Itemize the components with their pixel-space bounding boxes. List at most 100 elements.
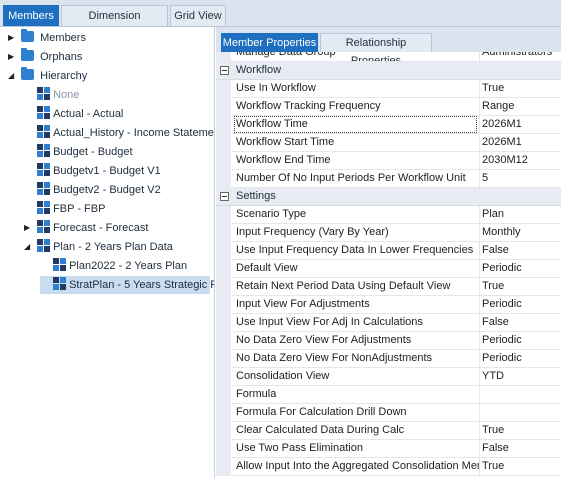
collapse-icon[interactable] [220,66,229,75]
tree-item-actual[interactable]: Actual - Actual [24,105,123,123]
property-value[interactable]: Administrators [482,52,561,61]
property-value[interactable]: False [482,314,561,331]
property-value[interactable]: Monthly [482,224,561,241]
property-value[interactable] [482,404,561,421]
property-name: Use Two Pass Elimination [236,442,363,454]
category-label: Workflow [236,64,282,76]
tree-item-forecast[interactable]: ▶ Forecast - Forecast [24,219,148,237]
property-row[interactable]: Workflow Time 2026M1 [216,116,561,134]
tree-node-hierarchy[interactable]: ◢ Hierarchy [8,67,87,85]
expand-icon[interactable]: ▶ [8,48,18,66]
row-gutter [216,350,231,368]
property-row[interactable]: Formula [216,386,561,404]
property-row[interactable]: Use Two Pass Elimination False [216,440,561,458]
property-value[interactable]: True [482,80,561,97]
property-value[interactable]: 2030M12 [482,152,561,169]
property-value[interactable]: True [482,278,561,295]
property-value[interactable] [482,386,561,403]
member-tree: ▶ Members ▶ Orphans ◢ Hierarchy None Act… [0,27,215,478]
property-value[interactable]: Periodic [482,332,561,349]
property-value[interactable]: Range [482,98,561,115]
property-row[interactable]: Number Of No Input Periods Per Workflow … [216,170,561,188]
tab-dimension-properties[interactable]: Dimension Properties [61,5,168,42]
property-name: Formula For Calculation Drill Down [236,406,407,418]
property-value[interactable]: 5 [482,170,561,187]
tree-node-members[interactable]: ▶ Members [8,29,86,47]
expand-icon[interactable]: ▶ [8,29,18,47]
tab-member-properties[interactable]: Member Properties [221,33,318,52]
property-name: Workflow Tracking Frequency [236,100,381,112]
property-row[interactable]: Formula For Calculation Drill Down [216,404,561,422]
tree-item-none[interactable]: None [24,86,79,104]
row-gutter [216,98,231,116]
column-divider [479,386,480,404]
property-row[interactable]: Input Frequency (Vary By Year) Monthly [216,224,561,242]
row-gutter [216,368,231,386]
property-value[interactable]: False [482,440,561,457]
property-row[interactable]: Workflow Start Time 2026M1 [216,134,561,152]
row-gutter [216,332,231,350]
collapse-icon[interactable]: ◢ [24,238,34,256]
tree-node-label: Hierarchy [40,70,88,82]
category-label: Settings [236,190,276,202]
property-row[interactable]: Input View For Adjustments Periodic [216,296,561,314]
tree-item-actual-history[interactable]: Actual_History - Income Statement Data [24,124,214,142]
property-row[interactable]: Use In Workflow True [216,80,561,98]
property-value[interactable]: Periodic [482,296,561,313]
column-divider [479,134,480,152]
property-row[interactable]: Clear Calculated Data During Calc True [216,422,561,440]
property-value[interactable]: YTD [482,368,561,385]
expand-icon[interactable]: ▶ [24,219,34,237]
row-gutter [216,80,231,98]
tree-item-budgetv1[interactable]: Budgetv1 - Budget V1 [24,162,161,180]
tab-members[interactable]: Members [3,5,59,26]
column-divider [479,52,480,62]
collapse-icon[interactable] [220,192,229,201]
property-name: Use Input Frequency Data In Lower Freque… [236,244,474,256]
category-workflow[interactable]: Workflow [216,62,561,80]
column-divider [479,314,480,332]
property-row[interactable]: No Data Zero View For Adjustments Periodi… [216,332,561,350]
tree-item-budgetv2[interactable]: Budgetv2 - Budget V2 [24,181,161,199]
property-row[interactable]: Retain Next Period Data Using Default Vi… [216,278,561,296]
category-settings[interactable]: Settings [216,188,561,206]
property-row[interactable]: No Data Zero View For NonAdjustments Peri… [216,350,561,368]
property-row[interactable]: Default View Periodic [216,260,561,278]
row-gutter [216,404,231,422]
tree-item-plan2022[interactable]: Plan2022 - 2 Years Plan [40,257,187,275]
tab-grid-view[interactable]: Grid View [170,5,226,26]
property-value[interactable]: Plan [482,206,561,223]
tree-node-orphans[interactable]: ▶ Orphans [8,48,82,66]
property-row[interactable]: Scenario Type Plan [216,206,561,224]
property-row[interactable]: Use Input Frequency Data In Lower Freque… [216,242,561,260]
member-icon [37,106,51,119]
property-row[interactable]: Use Input View For Adj In Calculations Fa… [216,314,561,332]
property-value[interactable]: True [482,458,561,475]
property-value[interactable]: True [482,422,561,439]
tree-item-stratplan[interactable]: StratPlan - 5 Years Strategic Plan [40,276,214,294]
property-name: No Data Zero View For Adjustments [236,334,412,346]
property-row[interactable]: Workflow End Time 2030M12 [216,152,561,170]
tree-item-budget[interactable]: Budget - Budget [24,143,133,161]
column-divider [479,422,480,440]
tree-item-label: Plan - 2 Years Plan Data [53,241,173,253]
tab-relationship-properties[interactable]: Relationship Properties [320,33,432,67]
collapse-icon[interactable]: ◢ [8,67,18,85]
tree-item-fbp[interactable]: FBP - FBP [24,200,105,218]
property-row[interactable]: Consolidation View YTD [216,368,561,386]
property-row[interactable]: Workflow Tracking Frequency Range [216,98,561,116]
property-name: Clear Calculated Data During Calc [236,424,405,436]
column-divider [479,332,480,350]
property-value[interactable]: Periodic [482,350,561,367]
property-value[interactable]: False [482,242,561,259]
row-gutter [216,422,231,440]
column-divider [479,368,480,386]
tree-item-plan[interactable]: ◢ Plan - 2 Years Plan Data [24,238,173,256]
property-value[interactable]: 2026M1 [482,116,561,133]
property-row[interactable]: Manage Data Group Administrators [216,52,561,62]
property-row[interactable]: Allow Input Into the Aggregated Consolid… [216,458,561,476]
property-value[interactable]: 2026M1 [482,134,561,151]
property-name: Retain Next Period Data Using Default Vi… [236,280,451,292]
property-value[interactable]: Periodic [482,260,561,277]
property-grid: Manage Data Group Administrators Workflo… [216,52,561,478]
